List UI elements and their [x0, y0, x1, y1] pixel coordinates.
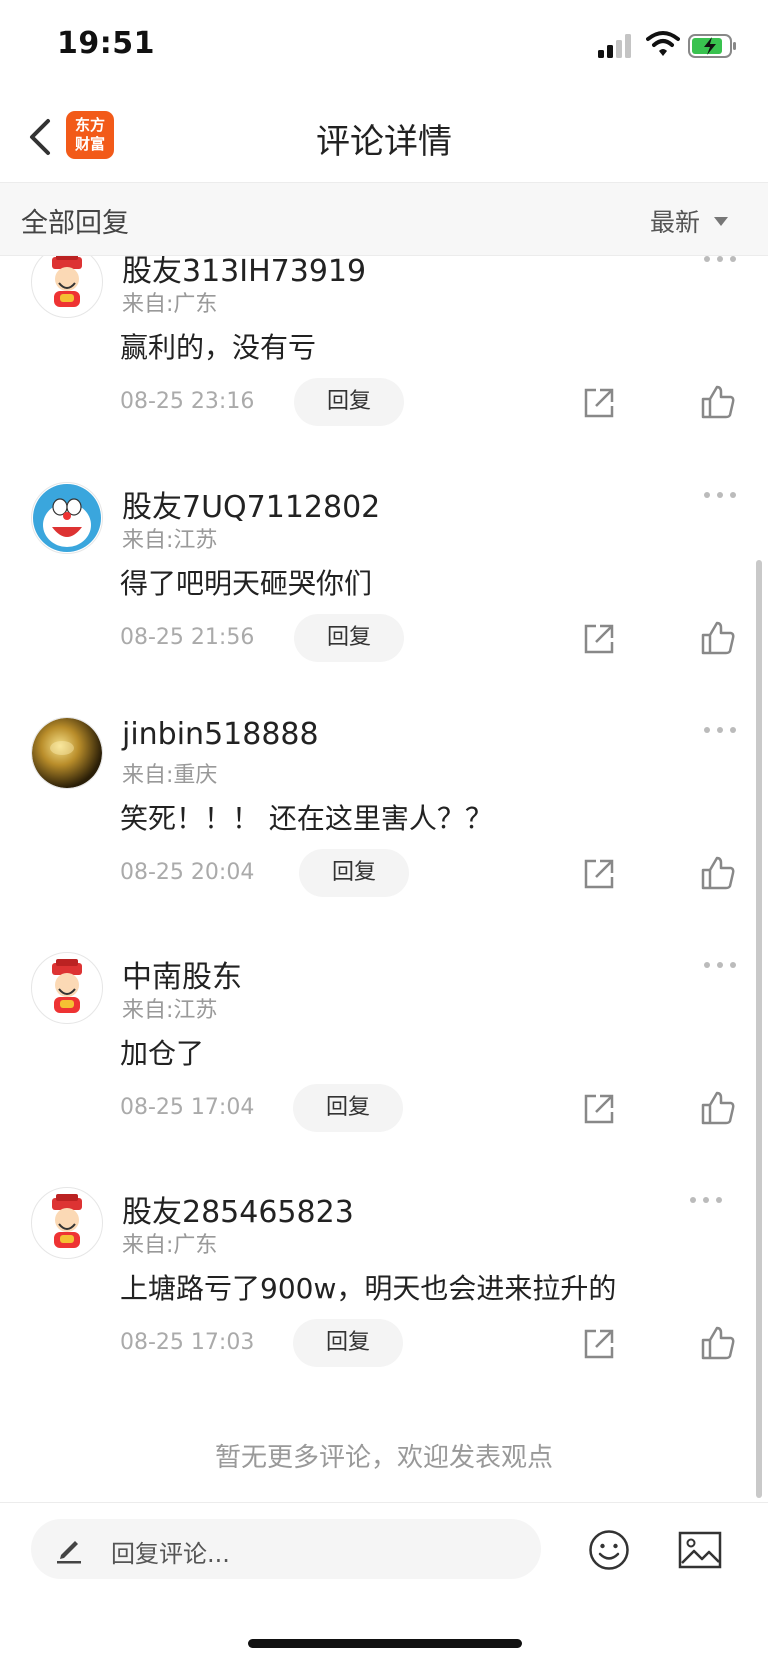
more-options-icon[interactable] — [703, 960, 737, 970]
comment-username[interactable]: 中南股东 — [122, 952, 242, 996]
reply-button[interactable]: 回复 — [293, 1084, 403, 1132]
image-icon[interactable] — [678, 1531, 722, 1569]
comment-username[interactable]: 股友313IH73919 — [122, 256, 366, 290]
more-options-icon[interactable] — [703, 490, 737, 500]
reply-button[interactable]: 回复 — [294, 378, 404, 426]
more-options-icon[interactable] — [689, 1195, 723, 1205]
comment-item: 股友7UQ7112802 来自:江苏 得了吧明天砸哭你们 08-25 21:56… — [0, 482, 768, 717]
share-icon[interactable] — [582, 386, 616, 420]
pencil-icon — [57, 1541, 81, 1564]
caret-down-icon — [714, 216, 728, 226]
comment-time: 08-25 20:04 — [120, 860, 255, 885]
reply-input[interactable]: 回复评论... — [31, 1519, 541, 1579]
page-title: 评论详情 — [316, 122, 452, 162]
comment-username[interactable]: jinbin518888 — [122, 717, 319, 752]
sort-dropdown[interactable]: 最新 — [650, 203, 728, 239]
comment-item: 股友285465823 来自:广东 上塘路亏了900w，明天也会进来拉升的 08… — [0, 1187, 768, 1422]
avatar[interactable] — [31, 482, 103, 554]
avatar[interactable] — [31, 1187, 103, 1259]
doraemon-avatar-icon — [33, 484, 101, 552]
comment-time: 08-25 23:16 — [120, 389, 255, 414]
comment-item: jinbin518888 来自:重庆 笑死！！！ 还在这里害人？？ 08-25 … — [0, 717, 768, 952]
like-icon[interactable] — [700, 855, 736, 891]
like-icon[interactable] — [700, 620, 736, 656]
comment-item: 股友313IH73919 来自:广东 赢利的，没有亏 08-25 23:16 回… — [0, 256, 768, 481]
comment-content: 加仓了 — [120, 1037, 205, 1070]
status-time: 19:51 — [57, 26, 155, 61]
comment-location: 来自:重庆 — [122, 763, 218, 788]
comment-content: 赢利的，没有亏 — [120, 331, 317, 364]
share-icon[interactable] — [582, 622, 616, 656]
reply-button[interactable]: 回复 — [294, 614, 404, 662]
nav-bar: 东方财富 评论详情 — [0, 96, 768, 183]
share-icon[interactable] — [582, 1092, 616, 1126]
battery-charging-icon — [688, 34, 736, 58]
comment-time: 08-25 17:04 — [120, 1095, 255, 1120]
comment-list[interactable]: 股友313IH73919 来自:广东 赢利的，没有亏 08-25 23:16 回… — [0, 256, 768, 1501]
all-replies-label: 全部回复 — [21, 208, 129, 239]
avatar[interactable] — [31, 717, 103, 789]
comment-item: 中南股东 来自:江苏 加仓了 08-25 17:04 回复 — [0, 952, 768, 1187]
share-icon[interactable] — [582, 1327, 616, 1361]
caishen-avatar-icon — [52, 959, 82, 1013]
comment-username[interactable]: 股友285465823 — [122, 1187, 354, 1231]
like-icon[interactable] — [700, 1325, 736, 1361]
golden-orb-avatar-icon — [32, 718, 102, 788]
avatar[interactable] — [31, 952, 103, 1024]
caishen-avatar-icon — [52, 256, 82, 307]
comment-time: 08-25 21:56 — [120, 625, 255, 650]
cellular-signal-icon — [598, 34, 631, 58]
scrollbar[interactable] — [756, 560, 762, 1498]
avatar[interactable] — [31, 256, 103, 318]
reply-placeholder: 回复评论... — [111, 1540, 230, 1568]
bottom-bar: 回复评论... — [0, 1502, 768, 1664]
home-indicator — [248, 1639, 522, 1648]
like-icon[interactable] — [700, 384, 736, 420]
caishen-avatar-icon — [52, 1194, 82, 1248]
comment-content: 笑死！！！ 还在这里害人？？ — [120, 802, 493, 835]
comment-username[interactable]: 股友7UQ7112802 — [122, 482, 380, 526]
share-icon[interactable] — [582, 857, 616, 891]
comment-location: 来自:广东 — [122, 292, 218, 317]
like-icon[interactable] — [700, 1090, 736, 1126]
wifi-icon — [646, 31, 680, 56]
more-options-icon[interactable] — [703, 725, 737, 735]
reply-button[interactable]: 回复 — [299, 849, 409, 897]
comment-time: 08-25 17:03 — [120, 1330, 255, 1355]
comment-location: 来自:江苏 — [122, 528, 218, 553]
comment-content: 得了吧明天砸哭你们 — [120, 567, 373, 600]
comment-content: 上塘路亏了900w，明天也会进来拉升的 — [120, 1272, 617, 1305]
reply-button[interactable]: 回复 — [293, 1319, 403, 1367]
filter-bar: 全部回复 最新 — [0, 183, 768, 256]
sort-label: 最新 — [649, 208, 700, 237]
no-more-comments-text: 暂无更多评论，欢迎发表观点 — [214, 1443, 553, 1473]
comment-location: 来自:广东 — [122, 1233, 218, 1258]
emoji-icon[interactable] — [588, 1529, 630, 1571]
more-options-icon[interactable] — [703, 256, 737, 264]
status-bar: 19:51 — [0, 0, 768, 96]
comment-location: 来自:江苏 — [122, 998, 218, 1023]
